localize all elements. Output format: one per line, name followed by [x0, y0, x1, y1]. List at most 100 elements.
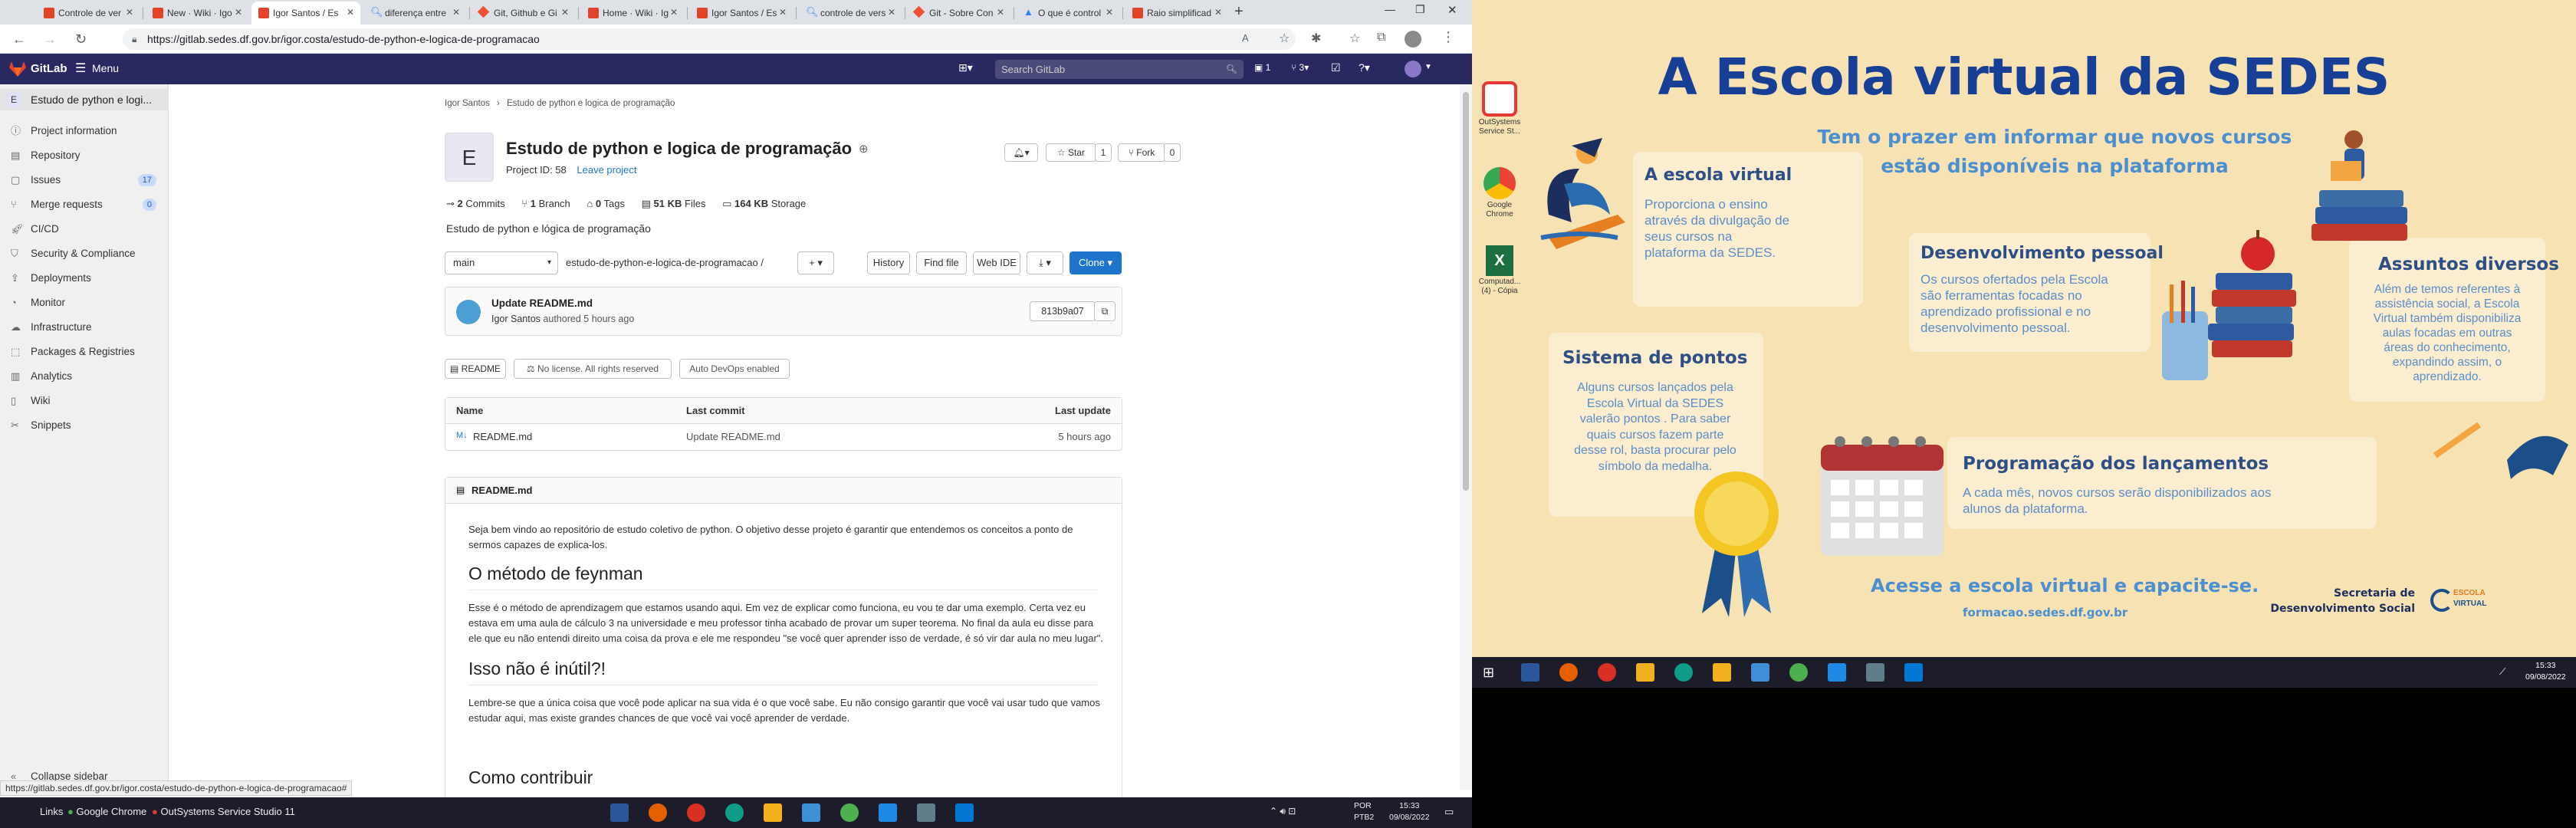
- clock[interactable]: 15:33 09/08/2022: [2525, 660, 2566, 683]
- vscode-icon[interactable]: [955, 803, 974, 822]
- file-last-commit[interactable]: Update README.md: [686, 431, 780, 442]
- close-icon[interactable]: ✕: [1106, 7, 1113, 18]
- close-icon[interactable]: ✕: [1214, 7, 1222, 18]
- browser-tab[interactable]: 🔍︎ controle de vers ✕: [799, 2, 902, 25]
- menu-button[interactable]: Menu: [92, 62, 119, 74]
- sidebar-project-header[interactable]: E Estudo de python e logi...: [0, 89, 169, 110]
- history-button[interactable]: History: [867, 251, 910, 274]
- browser-tab[interactable]: Git - Sobre Con ✕: [908, 2, 1010, 25]
- gitlab-search-input[interactable]: Search GitLab 🔍︎: [995, 60, 1244, 79]
- fork-count[interactable]: 0: [1164, 143, 1181, 162]
- close-icon[interactable]: ✕: [888, 7, 895, 18]
- scrollbar-thumb[interactable]: [1463, 92, 1469, 491]
- help-icon[interactable]: ?▾: [1359, 61, 1370, 74]
- commit-author-avatar[interactable]: [456, 300, 481, 324]
- sidebar-item-deployments[interactable]: ⇪ Deployments: [0, 267, 169, 290]
- license-badge[interactable]: ⚖ No license. All rights reserved: [514, 359, 672, 379]
- browser-tab[interactable]: Raio simplificad ✕: [1125, 2, 1228, 25]
- word-icon[interactable]: [610, 803, 629, 822]
- notification-button[interactable]: 🔔︎▾: [1004, 143, 1038, 162]
- file-explorer-icon[interactable]: [1636, 663, 1654, 682]
- mail-icon[interactable]: [879, 803, 897, 822]
- stat-files[interactable]: ▤ 51 KB Files: [642, 198, 706, 209]
- mail-icon[interactable]: [1828, 663, 1846, 682]
- browser-tab[interactable]: 🔍︎ diferença entre ✕: [363, 2, 466, 25]
- outsystems-toolbar-link[interactable]: ● OutSystems Service Studio 11: [152, 806, 295, 817]
- close-icon[interactable]: ✕: [561, 7, 569, 18]
- minimize-button[interactable]: —: [1385, 3, 1395, 15]
- sidebar-item-snippets[interactable]: ✂ Snippets: [0, 414, 169, 437]
- vscode-icon[interactable]: [1904, 663, 1923, 682]
- gitlab-logo-icon[interactable]: [9, 61, 26, 77]
- merge-requests-icon[interactable]: ⑂ 3▾: [1291, 62, 1309, 73]
- bookmark-icon[interactable]: ☆: [1349, 31, 1360, 46]
- commit-sha[interactable]: 813b9a07: [1030, 301, 1096, 321]
- pdf-reader-icon[interactable]: [1598, 663, 1616, 682]
- sidebar-item-security[interactable]: ⛉ Security & Compliance: [0, 242, 169, 265]
- issues-count-icon[interactable]: ▣ 1: [1254, 62, 1270, 73]
- sidebar-item-ci-cd[interactable]: 🚀︎ CI/CD: [0, 218, 169, 241]
- user-avatar[interactable]: [1405, 61, 1421, 77]
- close-icon[interactable]: ✕: [347, 7, 354, 18]
- browser-tab[interactable]: ▲ O que é control ✕: [1017, 2, 1119, 25]
- sidebar-item-merge-requests[interactable]: ⑂ Merge requests 0: [0, 193, 169, 216]
- chrome-toolbar-link[interactable]: ● Google Chrome: [67, 806, 146, 817]
- commit-title[interactable]: Update README.md: [491, 297, 593, 309]
- new-tab-button[interactable]: +: [1234, 3, 1244, 21]
- close-window-button[interactable]: ✕: [1447, 3, 1457, 17]
- notifications-icon[interactable]: ▭: [1444, 806, 1454, 818]
- extension-icon[interactable]: ✱: [1311, 31, 1321, 46]
- chrome-icon[interactable]: [840, 803, 859, 822]
- profile-avatar[interactable]: [1405, 31, 1421, 48]
- readme-badge[interactable]: ▤ README: [445, 359, 506, 379]
- browser-tab[interactable]: Controle de ver ✕: [37, 2, 140, 25]
- stat-commits[interactable]: ⊸ 2 Commits: [446, 198, 505, 209]
- close-icon[interactable]: ✕: [452, 7, 460, 18]
- close-icon[interactable]: ✕: [779, 7, 787, 18]
- close-icon[interactable]: ✕: [126, 7, 133, 18]
- table-row[interactable]: M↓ README.md Update README.md 5 hours ag…: [445, 424, 1122, 450]
- close-icon[interactable]: ✕: [997, 7, 1004, 18]
- tabs-icon[interactable]: ⧉: [1377, 31, 1385, 44]
- firefox-icon[interactable]: [649, 803, 667, 822]
- todo-icon[interactable]: ☑: [1331, 61, 1341, 74]
- close-icon[interactable]: ✕: [670, 7, 678, 18]
- download-dropdown[interactable]: ⤓ ▾: [1027, 251, 1063, 274]
- sidebar-item-analytics[interactable]: ▥ Analytics: [0, 365, 169, 388]
- settings-gear-icon[interactable]: [1751, 663, 1769, 682]
- gitlab-brand[interactable]: GitLab: [31, 62, 67, 75]
- calculator-icon[interactable]: [1866, 663, 1884, 682]
- edge-icon[interactable]: [1674, 663, 1693, 682]
- leave-project-link[interactable]: Leave project: [577, 164, 636, 176]
- network-icon[interactable]: ⟋: [2499, 666, 2505, 678]
- browser-tab-active[interactable]: Igor Santos / Es ✕: [251, 2, 360, 25]
- branch-selector[interactable]: main ▾: [445, 251, 558, 274]
- page-scrollbar[interactable]: [1460, 84, 1472, 790]
- close-icon[interactable]: ✕: [235, 7, 242, 18]
- word-icon[interactable]: [1521, 663, 1539, 682]
- add-file-dropdown[interactable]: + ▾: [797, 251, 834, 274]
- windows-start-icon[interactable]: ⊞: [1483, 665, 1494, 681]
- file-name-link[interactable]: README.md: [473, 431, 532, 442]
- sidebar-item-monitor[interactable]: ◔ Monitor: [0, 291, 169, 314]
- web-ide-button[interactable]: Web IDE: [973, 251, 1020, 274]
- chrome-icon[interactable]: [1789, 663, 1808, 682]
- browser-tab[interactable]: Git, Github e Gi ✕: [472, 2, 575, 25]
- edge-icon[interactable]: [725, 803, 744, 822]
- sidebar-item-wiki[interactable]: ▯ Wiki: [0, 389, 169, 412]
- browser-tab[interactable]: New · Wiki · Igo ✕: [146, 2, 248, 25]
- create-new-icon[interactable]: ⊞▾: [958, 61, 973, 74]
- breadcrumb-user[interactable]: Igor Santos: [445, 99, 490, 108]
- bookmark-star-icon[interactable]: ☆: [1279, 31, 1290, 46]
- stat-branch[interactable]: ⑂ 1 Branch: [521, 198, 570, 209]
- forward-icon[interactable]: →: [43, 31, 57, 48]
- breadcrumb-project[interactable]: Estudo de python e logica de programação: [507, 99, 675, 108]
- sidebar-item-issues[interactable]: ▢ Issues 17: [0, 169, 169, 192]
- hamburger-icon[interactable]: ☰: [75, 61, 86, 76]
- sidebar-item-repository[interactable]: ▤ Repository: [0, 144, 169, 167]
- calendar-app-icon[interactable]: [764, 803, 782, 822]
- browser-menu-icon[interactable]: ⋮: [1441, 29, 1455, 45]
- stat-tags[interactable]: ⌂ 0 Tags: [586, 198, 625, 209]
- calendar-app-icon[interactable]: [1713, 663, 1731, 682]
- back-icon[interactable]: ←: [12, 31, 26, 48]
